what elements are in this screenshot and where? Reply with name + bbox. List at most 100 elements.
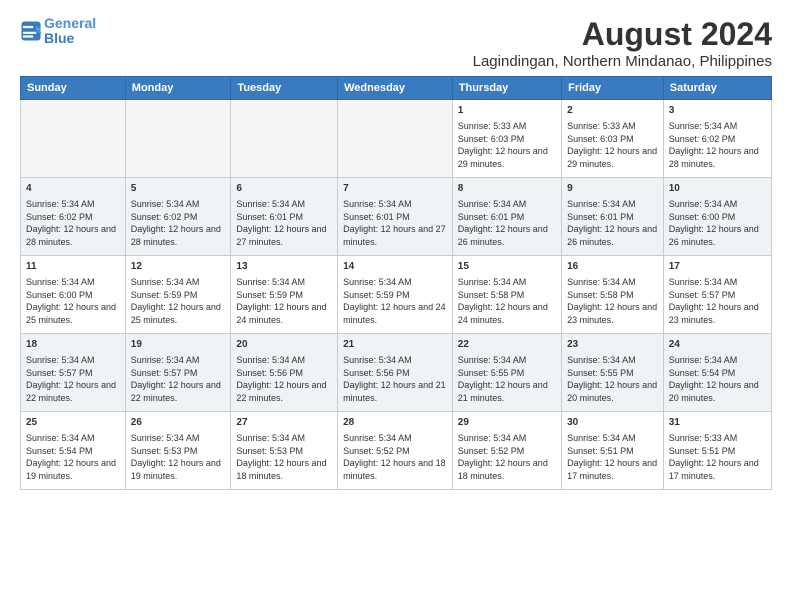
sunset-label: Sunset: 5:59 PM bbox=[236, 290, 303, 300]
calendar-cell: 10Sunrise: 5:34 AMSunset: 6:00 PMDayligh… bbox=[663, 178, 771, 256]
calendar-cell: 2Sunrise: 5:33 AMSunset: 6:03 PMDaylight… bbox=[562, 100, 664, 178]
calendar-cell: 3Sunrise: 5:34 AMSunset: 6:02 PMDaylight… bbox=[663, 100, 771, 178]
daylight-label: Daylight: 12 hours and 29 minutes. bbox=[458, 146, 548, 169]
calendar-week-row: 18 Sunrise: 5:34 AM Sunset: 5:57 PM Dayligh… bbox=[21, 334, 772, 412]
day-number: 26 bbox=[131, 416, 226, 430]
sunset-label: Sunset: 5:56 PM bbox=[236, 368, 303, 378]
sunset-label: Sunset: 5:54 PM bbox=[669, 368, 736, 378]
calendar-cell: 13Sunrise: 5:34 AMSunset: 5:59 PMDayligh… bbox=[231, 256, 338, 334]
daylight-label: Daylight: 12 hours and 25 minutes. bbox=[131, 302, 221, 325]
sunrise-label: Sunrise: 5:34 AM bbox=[343, 199, 412, 209]
sunrise-label: Sunrise: 5:34 AM bbox=[567, 199, 636, 209]
calendar-cell bbox=[338, 100, 453, 178]
day-number: 17 bbox=[669, 260, 766, 274]
calendar-table: Sunday Monday Tuesday Wednesday Thursday… bbox=[20, 76, 772, 490]
calendar-cell: 19Sunrise: 5:34 AMSunset: 5:57 PMDayligh… bbox=[125, 334, 231, 412]
sunrise-label: Sunrise: 5:34 AM bbox=[458, 355, 527, 365]
calendar-cell bbox=[231, 100, 338, 178]
header-friday: Friday bbox=[562, 77, 664, 100]
day-number: 7 bbox=[343, 182, 447, 196]
calendar-cell: 1Sunrise: 5:33 AMSunset: 6:03 PMDaylight… bbox=[452, 100, 561, 178]
calendar-cell: 31Sunrise: 5:33 AMSunset: 5:51 PMDayligh… bbox=[663, 412, 771, 490]
sunrise-label: Sunrise: 5:34 AM bbox=[343, 433, 412, 443]
sunset-label: Sunset: 6:01 PM bbox=[236, 212, 303, 222]
sunset-label: Sunset: 5:51 PM bbox=[669, 446, 736, 456]
sunset-label: Sunset: 6:01 PM bbox=[458, 212, 525, 222]
day-number: 18 bbox=[26, 338, 120, 352]
sunset-label: Sunset: 5:52 PM bbox=[458, 446, 525, 456]
calendar-cell: 14Sunrise: 5:34 AMSunset: 5:59 PMDayligh… bbox=[338, 256, 453, 334]
calendar-cell: 24 Sunrise: 5:34 AM Sunset: 5:54 PM Dayligh… bbox=[663, 334, 771, 412]
daylight-label: Daylight: 12 hours and 25 minutes. bbox=[26, 302, 116, 325]
calendar-cell: 8Sunrise: 5:34 AMSunset: 6:01 PMDaylight… bbox=[452, 178, 561, 256]
daylight-label: Daylight: 12 hours and 24 minutes. bbox=[343, 302, 446, 325]
daylight-label: Daylight: 12 hours and 22 minutes. bbox=[236, 380, 326, 403]
calendar-cell: 20Sunrise: 5:34 AMSunset: 5:56 PMDayligh… bbox=[231, 334, 338, 412]
daylight-label: Daylight: 12 hours and 23 minutes. bbox=[567, 302, 657, 325]
daylight-label: Daylight: 12 hours and 20 minutes. bbox=[669, 380, 759, 403]
day-number: 28 bbox=[343, 416, 447, 430]
sunrise-label: Sunrise: 5:34 AM bbox=[669, 277, 738, 287]
sunrise-label: Sunrise: 5:34 AM bbox=[131, 277, 200, 287]
day-number: 5 bbox=[131, 182, 226, 196]
sunrise-label: Sunrise: 5:34 AM bbox=[669, 355, 738, 365]
calendar-week-row: 25Sunrise: 5:34 AMSunset: 5:54 PMDayligh… bbox=[21, 412, 772, 490]
daylight-label: Daylight: 12 hours and 24 minutes. bbox=[458, 302, 548, 325]
sunrise-label: Sunrise: 5:34 AM bbox=[26, 277, 95, 287]
calendar-cell: 30Sunrise: 5:34 AMSunset: 5:51 PMDayligh… bbox=[562, 412, 664, 490]
sunrise-label: Sunrise: 5:34 AM bbox=[26, 355, 95, 365]
header-tuesday: Tuesday bbox=[231, 77, 338, 100]
sunrise-label: Sunrise: 5:34 AM bbox=[567, 355, 636, 365]
sunset-label: Sunset: 6:01 PM bbox=[343, 212, 410, 222]
sunrise-label: Sunrise: 5:33 AM bbox=[458, 121, 527, 131]
daylight-label: Daylight: 12 hours and 19 minutes. bbox=[26, 458, 116, 481]
daylight-label: Daylight: 12 hours and 26 minutes. bbox=[458, 224, 548, 247]
day-number: 19 bbox=[131, 338, 226, 352]
calendar-cell: 23Sunrise: 5:34 AMSunset: 5:55 PMDayligh… bbox=[562, 334, 664, 412]
calendar-week-row: 4 Sunrise: 5:34 AM Sunset: 6:02 PM Daylight… bbox=[21, 178, 772, 256]
day-number: 22 bbox=[458, 338, 556, 352]
calendar-cell: 29Sunrise: 5:34 AMSunset: 5:52 PMDayligh… bbox=[452, 412, 561, 490]
daylight-label: Daylight: 12 hours and 18 minutes. bbox=[343, 458, 446, 481]
calendar-cell bbox=[125, 100, 231, 178]
sunset-label: Sunset: 5:57 PM bbox=[131, 368, 198, 378]
daylight-label: Daylight: 12 hours and 26 minutes. bbox=[567, 224, 657, 247]
header-wednesday: Wednesday bbox=[338, 77, 453, 100]
calendar-cell: 28Sunrise: 5:34 AMSunset: 5:52 PMDayligh… bbox=[338, 412, 453, 490]
sunset-label: Sunset: 6:02 PM bbox=[131, 212, 198, 222]
sunrise-label: Sunrise: 5:34 AM bbox=[131, 199, 200, 209]
sunrise-label: Sunrise: 5:34 AM bbox=[567, 433, 636, 443]
calendar-cell: 9Sunrise: 5:34 AMSunset: 6:01 PMDaylight… bbox=[562, 178, 664, 256]
calendar-week-row: 1Sunrise: 5:33 AMSunset: 6:03 PMDaylight… bbox=[21, 100, 772, 178]
day-number: 10 bbox=[669, 182, 766, 196]
sunset-label: Sunset: 5:55 PM bbox=[567, 368, 634, 378]
sunset-label: Sunset: 5:51 PM bbox=[567, 446, 634, 456]
daylight-label: Daylight: 12 hours and 17 minutes. bbox=[669, 458, 759, 481]
sunrise-label: Sunrise: 5:34 AM bbox=[236, 355, 305, 365]
calendar-cell: 16Sunrise: 5:34 AMSunset: 5:58 PMDayligh… bbox=[562, 256, 664, 334]
sunset-label: Sunset: 5:57 PM bbox=[669, 290, 736, 300]
logo: General Blue bbox=[20, 16, 96, 47]
sunrise-label: Sunrise: 5:34 AM bbox=[236, 199, 305, 209]
calendar-cell: 4Sunrise: 5:34 AMSunset: 6:02 PMDaylight… bbox=[21, 178, 126, 256]
day-number: 30 bbox=[567, 416, 658, 430]
calendar-cell: 26Sunrise: 5:34 AMSunset: 5:53 PMDayligh… bbox=[125, 412, 231, 490]
day-number: 2 bbox=[567, 104, 658, 118]
calendar-cell: 5Sunrise: 5:34 AMSunset: 6:02 PMDaylight… bbox=[125, 178, 231, 256]
daylight-label: Daylight: 12 hours and 19 minutes. bbox=[131, 458, 221, 481]
page: General Blue August 2024 Lagindingan, No… bbox=[0, 0, 792, 612]
header-monday: Monday bbox=[125, 77, 231, 100]
day-number: 9 bbox=[567, 182, 658, 196]
day-number: 31 bbox=[669, 416, 766, 430]
daylight-label: Daylight: 12 hours and 22 minutes. bbox=[26, 380, 116, 403]
calendar-cell: 21Sunrise: 5:34 AMSunset: 5:56 PMDayligh… bbox=[338, 334, 453, 412]
day-number: 24 bbox=[669, 338, 766, 352]
calendar-cell: 27Sunrise: 5:34 AMSunset: 5:53 PMDayligh… bbox=[231, 412, 338, 490]
logo-text: General Blue bbox=[44, 16, 96, 47]
sunrise-label: Sunrise: 5:34 AM bbox=[26, 433, 95, 443]
sunset-label: Sunset: 5:55 PM bbox=[458, 368, 525, 378]
day-number: 29 bbox=[458, 416, 556, 430]
day-number: 4 bbox=[26, 182, 120, 196]
daylight-label: Daylight: 12 hours and 24 minutes. bbox=[236, 302, 326, 325]
sunset-label: Sunset: 6:02 PM bbox=[26, 212, 93, 222]
